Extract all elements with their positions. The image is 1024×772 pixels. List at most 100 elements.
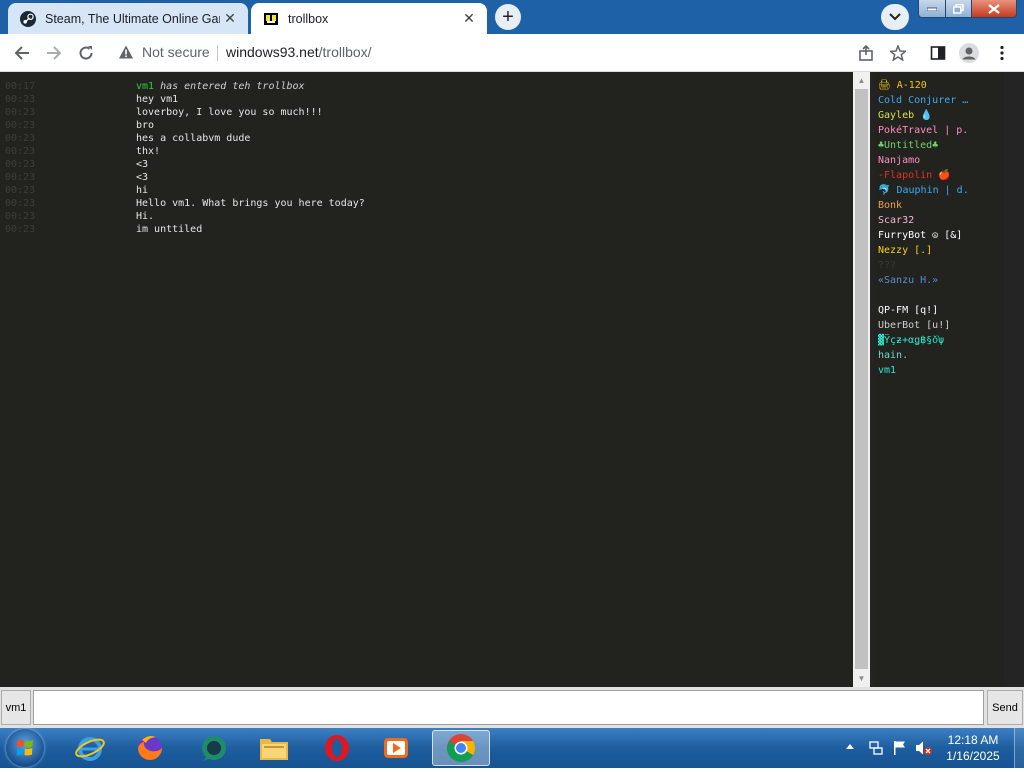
new-tab-button[interactable]: +: [495, 4, 521, 30]
message-time: 00:23: [5, 211, 36, 222]
close-tab-icon[interactable]: ✕: [220, 9, 240, 29]
reload-button[interactable]: [72, 39, 100, 67]
user-list-item[interactable]: ???: [878, 259, 896, 273]
chat-scrollbar[interactable]: ▲ ▼: [853, 72, 870, 687]
message-input[interactable]: [33, 690, 984, 725]
star-icon: [890, 45, 906, 61]
profile-button[interactable]: [955, 39, 983, 67]
divider: [217, 45, 218, 61]
chat-log: 00:17→vm1 has entered teh trollbox00:23h…: [0, 72, 853, 687]
reload-icon: [79, 46, 93, 60]
trollbox-icon: [264, 12, 278, 25]
user-list-item[interactable]: ▓Ϋçƶ+αǥ฿§ǒ҆ψ: [878, 334, 944, 348]
message-text: <3: [136, 172, 149, 183]
user-list-item[interactable]: Scar32: [878, 214, 914, 228]
taskbar-ie[interactable]: [66, 730, 114, 766]
scroll-thumb[interactable]: [855, 89, 868, 669]
user-list-item[interactable]: Nanjamo: [878, 154, 920, 168]
back-arrow-icon: [14, 46, 29, 60]
tab-search-button[interactable]: [881, 4, 909, 30]
menu-button[interactable]: [988, 39, 1016, 67]
message-time: 00:23: [5, 146, 36, 157]
chat-app-icon: [202, 736, 226, 761]
message-time: 00:23: [5, 172, 36, 183]
user-list-item[interactable]: FurryBot ☮ [&]: [878, 229, 962, 243]
tab-trollbox[interactable]: trollbox ✕: [251, 3, 487, 34]
side-panel-button[interactable]: [924, 39, 952, 67]
taskbar-explorer[interactable]: [250, 730, 298, 766]
clock-time: 12:18 AM: [947, 733, 999, 747]
minimize-icon: [927, 7, 937, 11]
message-time: 00:17: [5, 81, 36, 92]
url-text[interactable]: windows93.net/trollbox/: [226, 44, 372, 60]
tab-title: trollbox: [288, 11, 329, 26]
message-text: im unttiled: [136, 224, 203, 235]
close-tab-icon[interactable]: ✕: [459, 9, 479, 29]
user-list-item[interactable]: QP-FM [q!]: [878, 304, 938, 318]
user-list-item[interactable]: 🐬 Dauphin | d.: [878, 184, 969, 198]
nickname-button[interactable]: vm1: [1, 690, 31, 725]
maximize-button[interactable]: [945, 0, 972, 18]
tab-steam[interactable]: Steam, The Ultimate Online Game ✕: [8, 3, 248, 34]
user-list-item[interactable]: «Sanzu H.»: [878, 274, 938, 288]
user-list-item[interactable]: Cold Conjurer …: [878, 94, 968, 108]
input-bar: vm1 Send: [0, 687, 1024, 728]
taskbar-chrome[interactable]: [432, 730, 490, 766]
send-button[interactable]: Send: [987, 690, 1023, 725]
taskbar: 12:18 AM 1/16/2025: [0, 728, 1024, 768]
user-list-item[interactable]: ♣Untitled♣: [878, 139, 938, 153]
flag-icon[interactable]: [893, 740, 907, 756]
taskbar-app[interactable]: [190, 730, 238, 766]
message-text: <3: [136, 159, 149, 170]
bookmark-button[interactable]: [884, 39, 912, 67]
url-host: windows93.net: [226, 44, 319, 60]
trollbox-page: 00:17→vm1 has entered teh trollbox00:23h…: [0, 72, 1024, 728]
message-text: vm1 has entered teh trollbox: [136, 81, 305, 92]
windows-logo-icon: [16, 739, 33, 756]
scroll-down-icon[interactable]: ▼: [853, 670, 870, 687]
user-list-item[interactable]: vm1: [878, 364, 896, 378]
taskbar-media[interactable]: [372, 730, 420, 766]
taskbar-opera[interactable]: [313, 730, 361, 766]
address-bar[interactable]: Not secure windows93.net/trollbox/: [108, 38, 916, 67]
minimize-button[interactable]: [918, 0, 946, 18]
message-time: 00:23: [5, 224, 36, 235]
user-list-item[interactable]: Nezzy [.]: [878, 244, 932, 258]
share-button[interactable]: [852, 39, 880, 67]
system-nick: vm1: [136, 81, 155, 92]
user-list-item[interactable]: Gayleb 💧: [878, 109, 933, 123]
show-desktop-button[interactable]: [1014, 728, 1024, 768]
user-list-item[interactable]: -Flapolin 🍎: [878, 169, 951, 183]
user-list-gutter: [1004, 72, 1024, 687]
taskbar-firefox[interactable]: [126, 730, 174, 766]
network-icon[interactable]: [868, 740, 884, 756]
close-window-button[interactable]: [971, 0, 1017, 18]
message-time: 00:23: [5, 94, 36, 105]
message-text: hi: [136, 185, 149, 196]
security-label: Not secure: [142, 44, 210, 60]
avatar-icon: [959, 43, 979, 63]
message-time: 00:23: [5, 120, 36, 131]
start-button[interactable]: [6, 729, 44, 767]
forward-button[interactable]: [40, 39, 68, 67]
user-list-item[interactable]: PokéTravel | p.: [878, 124, 968, 138]
message-text: Hello vm1. What brings you here today?: [136, 198, 365, 209]
warning-icon[interactable]: [118, 44, 134, 60]
user-list-item[interactable]: hain.: [878, 349, 908, 363]
volume-muted-icon[interactable]: [915, 740, 933, 756]
show-hidden-icons-icon[interactable]: [846, 743, 854, 749]
url-path: /trollbox/: [318, 44, 372, 60]
user-list-item[interactable]: Bonk: [878, 199, 902, 213]
message-time: 00:23: [5, 159, 36, 170]
scroll-up-icon[interactable]: ▲: [853, 72, 870, 89]
opera-icon: [325, 735, 349, 761]
internet-explorer-icon: [75, 737, 105, 761]
back-button[interactable]: [8, 39, 36, 67]
user-list-item[interactable]: UberBot [u!]: [878, 319, 950, 333]
firefox-icon: [138, 736, 162, 760]
message-time: 00:23: [5, 133, 36, 144]
clock[interactable]: 12:18 AM 1/16/2025: [938, 732, 1008, 764]
user-list-item[interactable]: 🖨 A-120: [878, 79, 927, 93]
browser-tab-strip: Steam, The Ultimate Online Game ✕ trollb…: [0, 0, 1024, 34]
chrome-icon: [447, 734, 475, 762]
